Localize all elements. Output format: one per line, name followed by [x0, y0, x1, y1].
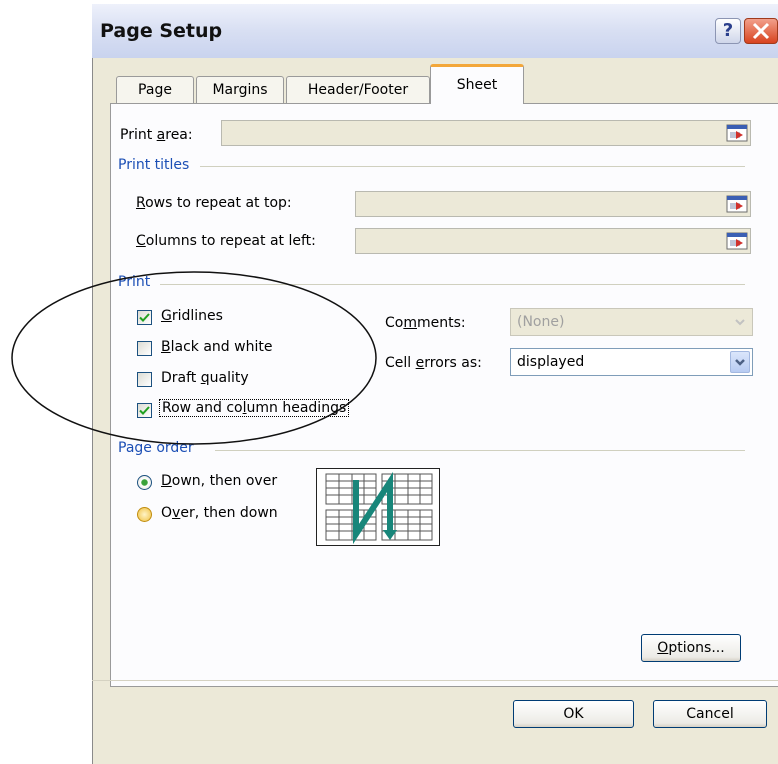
check-icon: [139, 313, 150, 322]
print-heading: Print: [118, 274, 159, 290]
print-titles-heading: Print titles: [118, 157, 198, 173]
help-icon: ?: [722, 20, 734, 41]
collapse-dialog-icon: [726, 232, 748, 250]
row-column-headings-checkbox[interactable]: [137, 403, 152, 418]
rows-repeat-input[interactable]: [355, 191, 751, 217]
dropdown-arrow-icon: [730, 351, 750, 373]
comments-value: (None): [517, 314, 565, 330]
help-button[interactable]: ?: [715, 18, 741, 44]
cancel-button[interactable]: Cancel: [653, 700, 767, 728]
check-icon: [139, 406, 150, 415]
print-titles-divider: [200, 166, 745, 167]
page-order-preview: [316, 468, 440, 550]
rows-repeat-label: Rows to repeat at top:: [136, 195, 292, 211]
row-column-headings-label: Row and column headings: [159, 399, 350, 417]
dropdown-arrow-icon: [730, 311, 750, 333]
down-then-over-radio[interactable]: [137, 475, 152, 490]
draft-quality-label: Draft quality: [161, 370, 249, 386]
cell-errors-select[interactable]: displayed: [510, 348, 753, 376]
print-area-label: Print area:: [120, 127, 193, 143]
button-bar-divider: [92, 680, 778, 681]
page-order-heading: Page order: [118, 440, 202, 456]
close-button[interactable]: [744, 18, 778, 44]
columns-repeat-input[interactable]: [355, 228, 751, 254]
comments-select[interactable]: (None): [510, 308, 753, 336]
cell-errors-label: Cell errors as:: [385, 355, 482, 371]
collapse-dialog-icon: [726, 124, 748, 142]
close-icon: [752, 22, 770, 40]
tab-header-footer[interactable]: Header/Footer: [286, 76, 430, 103]
page-order-preview-icon: [316, 468, 440, 546]
ok-button[interactable]: OK: [513, 700, 634, 728]
gridlines-checkbox[interactable]: [137, 310, 152, 325]
black-and-white-checkbox[interactable]: [137, 341, 152, 356]
over-then-down-label: Over, then down: [161, 505, 278, 521]
print-area-collapse-button[interactable]: [726, 124, 748, 142]
comments-label: Comments:: [385, 315, 466, 331]
print-divider: [160, 284, 745, 285]
options-button[interactable]: Options...: [641, 634, 741, 662]
tab-sheet[interactable]: Sheet: [430, 64, 524, 104]
page-order-divider: [215, 450, 745, 451]
gridlines-label: Gridlines: [161, 308, 223, 324]
columns-repeat-collapse-button[interactable]: [726, 232, 748, 250]
rows-repeat-collapse-button[interactable]: [726, 195, 748, 213]
over-then-down-radio[interactable]: [137, 507, 152, 522]
cell-errors-value: displayed: [517, 354, 585, 370]
down-then-over-label: Down, then over: [161, 473, 278, 489]
dialog-title: Page Setup: [100, 20, 223, 42]
black-and-white-label: Black and white: [161, 339, 273, 355]
tab-page[interactable]: Page: [116, 76, 194, 103]
draft-quality-checkbox[interactable]: [137, 372, 152, 387]
collapse-dialog-icon: [726, 195, 748, 213]
tab-margins[interactable]: Margins: [196, 76, 284, 103]
print-area-input[interactable]: [221, 120, 751, 146]
columns-repeat-label: Columns to repeat at left:: [136, 233, 316, 249]
